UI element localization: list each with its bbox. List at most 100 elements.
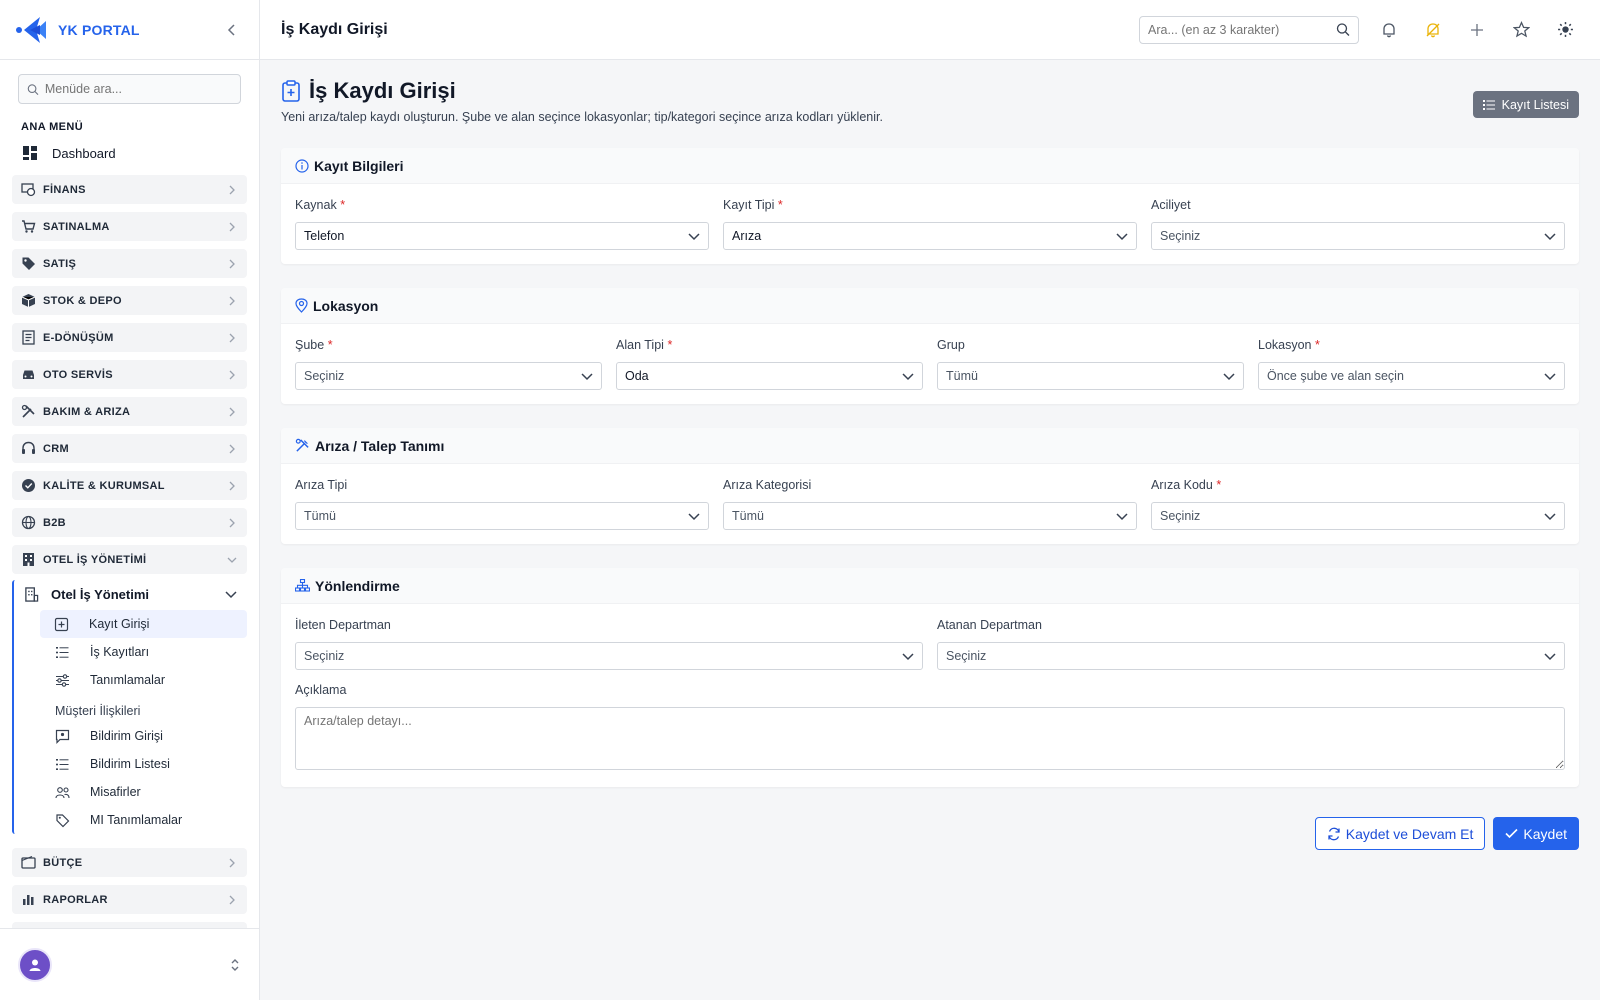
ariza-tipi-select[interactable]: Tümü xyxy=(295,502,709,530)
sidebar-item-mi-tanımlamalar[interactable]: MI Tanımlamalar xyxy=(14,806,247,834)
sidebar-subcaption: Müşteri İlişkileri xyxy=(55,704,141,718)
chevron-right-icon xyxy=(227,518,237,528)
tag-icon xyxy=(22,257,35,270)
sidebar: YK PORTAL ANA MENÜ Dashboard FİNANS SATIN… xyxy=(0,0,260,1000)
atanan-departman-select[interactable]: Seçiniz xyxy=(937,642,1565,670)
menu-search[interactable] xyxy=(18,74,241,104)
save-continue-button[interactable]: Kaydet ve Devam Et xyxy=(1314,817,1486,850)
sidebar-group-otel-i-ş-yöneti-mi[interactable]: OTEL İŞ YÖNETİMİ xyxy=(12,545,247,574)
save-button[interactable]: Kaydet xyxy=(1493,817,1579,850)
chevron-right-icon xyxy=(227,259,237,269)
check-icon xyxy=(1505,828,1518,839)
alan-tipi-value: Oda xyxy=(625,369,649,383)
sidebar-item-bildirim-girişi[interactable]: Bildirim Girişi xyxy=(14,722,247,750)
add-button[interactable] xyxy=(1463,16,1491,44)
lokasyon-value: Önce şube ve alan seçin xyxy=(1267,369,1404,383)
tools-icon xyxy=(295,438,309,452)
sidebar-group-label: OTEL İŞ YÖNETİMİ xyxy=(43,553,147,566)
chevron-right-icon xyxy=(227,481,237,491)
cart-icon xyxy=(22,220,36,233)
sidebar-group-label: OTO SERVİS xyxy=(43,368,113,381)
kayit-tipi-label: Kayıt Tipi xyxy=(723,198,775,212)
sidebar-group-satinalma[interactable]: SATINALMA xyxy=(12,212,247,241)
notifications-button[interactable] xyxy=(1375,16,1403,44)
sidebar-item-kayıt-girişi[interactable]: Kayıt Girişi xyxy=(40,610,247,638)
topbar: İş Kaydı Girişi xyxy=(260,0,1600,60)
menu-search-input[interactable] xyxy=(44,82,232,96)
avatar[interactable] xyxy=(18,947,52,982)
search-icon xyxy=(1336,23,1350,36)
kayit-tipi-select[interactable]: Arıza xyxy=(723,222,1137,250)
section-kayit-bilgileri: Kayıt Bilgileri Kaynak * Telefon Kayıt T… xyxy=(281,148,1579,264)
record-list-button[interactable]: Kayıt Listesi xyxy=(1472,91,1579,118)
sidebar-item-i-ş-kayıtları[interactable]: İş Kayıtları xyxy=(14,638,247,666)
sitemap-icon xyxy=(295,579,310,592)
mute-notifications-button[interactable] xyxy=(1419,16,1447,44)
sube-select[interactable]: Seçiniz xyxy=(295,362,602,390)
bell-icon xyxy=(1383,22,1395,37)
sidebar-group-kali-te-kurumsal[interactable]: KALİTE & KURUMSAL xyxy=(12,471,247,500)
chevron-right-icon xyxy=(227,370,237,380)
sidebar-group-stok-depo[interactable]: STOK & DEPO xyxy=(12,286,247,315)
sidebar-item-label: Dashboard xyxy=(52,145,116,161)
chevron-down-icon xyxy=(1223,370,1235,382)
sidebar-group-b2b[interactable]: B2B xyxy=(12,508,247,537)
search-icon xyxy=(27,83,39,95)
aciklama-textarea[interactable] xyxy=(295,707,1565,770)
logo[interactable]: YK PORTAL xyxy=(16,14,140,46)
list-icon xyxy=(56,758,69,770)
sidebar-item-misafirler[interactable]: Misafirler xyxy=(14,778,247,806)
finance-icon xyxy=(21,183,36,197)
chevron-right-icon xyxy=(227,858,237,868)
sidebar-group-crm[interactable]: CRM xyxy=(12,434,247,463)
global-search[interactable] xyxy=(1139,15,1359,44)
sidebar-group-raporlar[interactable]: RAPORLAR xyxy=(12,885,247,914)
bell-off-icon xyxy=(1426,22,1440,37)
chevron-down-icon xyxy=(1544,510,1556,522)
sidebar-group-bakim-ariza[interactable]: BAKIM & ARIZA xyxy=(12,397,247,426)
chevron-down-icon xyxy=(225,588,237,600)
sidebar-group-label: STOK & DEPO xyxy=(43,294,122,307)
sidebar-subhead-otel[interactable]: Otel İş Yönetimi xyxy=(14,580,247,608)
star-icon xyxy=(1512,21,1530,38)
dashboard-icon xyxy=(23,146,37,160)
sidebar-group-bütçe[interactable]: BÜTÇE xyxy=(12,848,247,877)
theme-toggle-button[interactable] xyxy=(1551,16,1579,44)
required-marker: * xyxy=(1216,478,1222,492)
refresh-icon xyxy=(1328,827,1340,840)
section-lokasyon: Lokasyon Şube * Seçiniz Alan Tipi * Oda … xyxy=(281,288,1579,404)
section-title: Arıza / Talep Tanımı xyxy=(315,437,445,454)
sidebar-item-dashboard[interactable]: Dashboard xyxy=(12,139,247,167)
sidebar-item-tanımlamalar[interactable]: Tanımlamalar xyxy=(14,666,247,694)
section-yonlendirme: Yönlendirme İleten Departman Seçiniz Ata… xyxy=(281,568,1579,787)
list-icon xyxy=(56,646,69,658)
user-footer[interactable] xyxy=(0,928,259,1000)
ariza-kodu-select[interactable]: Seçiniz xyxy=(1151,502,1565,530)
kaynak-select[interactable]: Telefon xyxy=(295,222,709,250)
aciliyet-select[interactable]: Seçiniz xyxy=(1151,222,1565,250)
sidebar-group-satiş[interactable]: SATIŞ xyxy=(12,249,247,278)
required-marker: * xyxy=(327,338,333,352)
alan-tipi-select[interactable]: Oda xyxy=(616,362,923,390)
brand-name: YK PORTAL xyxy=(58,21,140,38)
map-pin-icon xyxy=(295,298,308,313)
sidebar-group-e-dönüşüm[interactable]: E-DÖNÜŞÜM xyxy=(12,323,247,352)
ileten-departman-label: İleten Departman xyxy=(295,618,391,632)
ariza-kategori-select[interactable]: Tümü xyxy=(723,502,1137,530)
hotel-icon xyxy=(25,586,39,602)
sidebar-group-oto-servi-s[interactable]: OTO SERVİS xyxy=(12,360,247,389)
sidebar-collapse-button[interactable] xyxy=(221,19,243,41)
grup-select[interactable]: Tümü xyxy=(937,362,1244,390)
sidebar-group-fi-nans[interactable]: FİNANS xyxy=(12,175,247,204)
expand-icon[interactable] xyxy=(229,958,241,972)
global-search-input[interactable] xyxy=(1148,22,1337,37)
lokasyon-select[interactable]: Önce şube ve alan seçin xyxy=(1258,362,1565,390)
section-ariza-talep: Arıza / Talep Tanımı Arıza Tipi Tümü Arı… xyxy=(281,428,1579,544)
user-icon xyxy=(29,959,41,971)
required-marker: * xyxy=(1315,338,1320,352)
favorites-button[interactable] xyxy=(1507,16,1535,44)
sidebar-item-bildirim-listesi[interactable]: Bildirim Listesi xyxy=(14,750,247,778)
lokasyon-label: Lokasyon xyxy=(1258,338,1312,352)
ileten-departman-select[interactable]: Seçiniz xyxy=(295,642,923,670)
sidebar-header: YK PORTAL xyxy=(0,0,259,60)
